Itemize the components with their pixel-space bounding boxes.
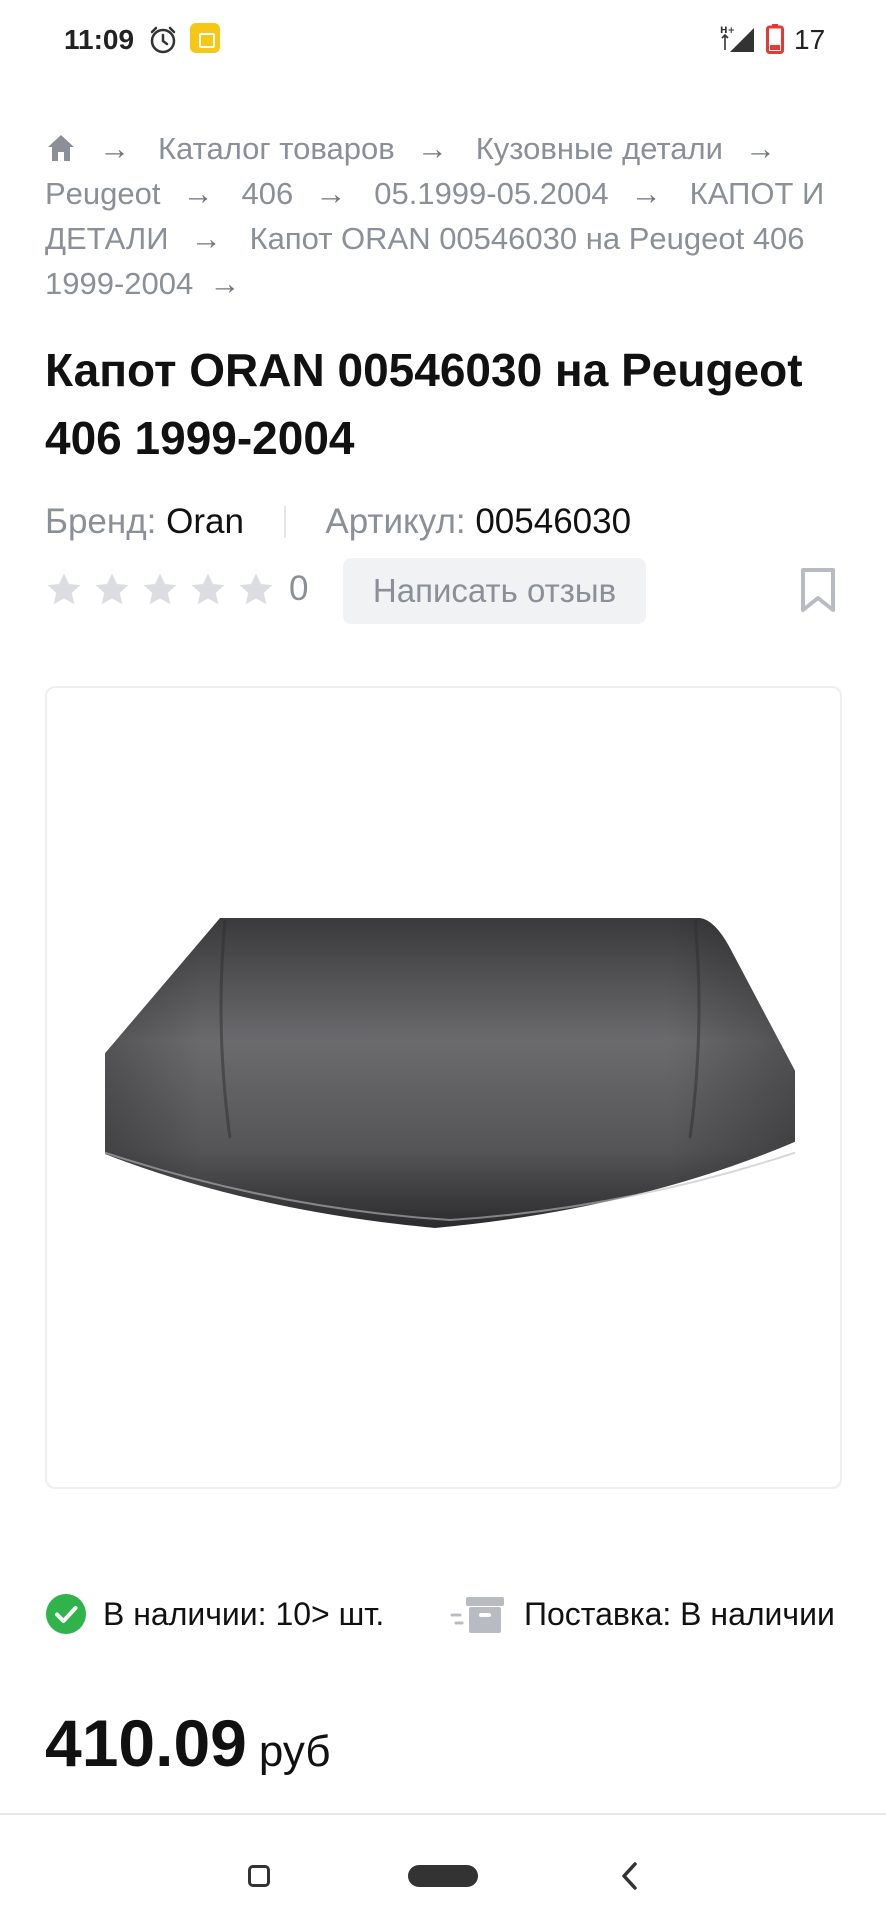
app-notification-icon: [190, 23, 220, 53]
page-title: Капот ORAN 00546030 на Peugeot 406 1999-…: [45, 344, 803, 464]
rating-stars[interactable]: [45, 571, 275, 611]
home-icon[interactable]: [45, 133, 77, 163]
breadcrumb-separator: →: [416, 131, 448, 166]
delivery-box-icon: [450, 1597, 504, 1633]
check-circle-icon: [46, 1594, 86, 1634]
breadcrumb-separator: →: [190, 221, 222, 256]
signal-icon: H+: [720, 26, 754, 52]
back-icon[interactable]: [614, 1859, 644, 1893]
breadcrumb-separator: →: [182, 176, 214, 211]
breadcrumb-separator: →: [744, 131, 776, 166]
sku-value: 00546030: [475, 502, 632, 541]
recent-apps-button[interactable]: [248, 1865, 270, 1887]
breadcrumb-item-catalog[interactable]: Каталог товаров: [158, 131, 395, 166]
product-image-frame[interactable]: [45, 686, 842, 1489]
breadcrumb-separator: →: [209, 266, 241, 301]
meta-divider: [283, 506, 286, 538]
battery-level: 17: [794, 24, 826, 55]
breadcrumb-separator: →: [99, 131, 130, 166]
supply-status: Поставка: В наличии: [450, 1592, 835, 1636]
system-nav-bar: [0, 1815, 886, 1920]
breadcrumb-item-model[interactable]: 406: [242, 176, 294, 211]
breadcrumb: → Каталог товаров → Кузовные детали → Peugeot…: [45, 126, 845, 306]
breadcrumb-item-body-parts[interactable]: Кузовные детали: [476, 131, 723, 166]
stock-status: В наличии: 10> шт.: [45, 1592, 384, 1636]
sku-label: Артикул:: [325, 502, 466, 541]
rating-count: 0: [289, 569, 309, 608]
car-hood-image[interactable]: [105, 908, 795, 1238]
breadcrumb-item-years[interactable]: 05.1999-05.2004: [374, 176, 608, 211]
svg-text:H+: H+: [720, 26, 735, 36]
home-button[interactable]: [408, 1865, 478, 1887]
price: 410.09 руб: [45, 1705, 331, 1781]
status-bar: 11:09 H+ 17: [0, 0, 886, 80]
bookmark-icon[interactable]: [798, 567, 838, 613]
price-value: 410.09: [45, 1706, 247, 1780]
star-icon[interactable]: [189, 571, 227, 609]
brand-label: Бренд:: [45, 502, 157, 541]
battery-low-icon: [766, 24, 784, 54]
star-icon[interactable]: [141, 571, 179, 609]
alarm-icon: [150, 26, 176, 54]
star-icon[interactable]: [237, 571, 275, 609]
brand-value[interactable]: Oran: [166, 502, 244, 541]
write-review-button[interactable]: Написать отзыв: [343, 558, 646, 624]
supply-text: Поставка: В наличии: [524, 1595, 835, 1632]
breadcrumb-separator: →: [315, 176, 347, 211]
breadcrumb-item-make[interactable]: Peugeot: [45, 176, 161, 211]
price-currency: руб: [258, 1727, 331, 1776]
product-meta: Бренд: Oran Артикул: 00546030: [45, 500, 631, 544]
star-icon[interactable]: [93, 571, 131, 609]
stock-text: В наличии: 10> шт.: [103, 1595, 385, 1632]
breadcrumb-separator: →: [630, 176, 662, 211]
status-time: 11:09: [64, 24, 135, 55]
star-icon[interactable]: [45, 571, 83, 609]
